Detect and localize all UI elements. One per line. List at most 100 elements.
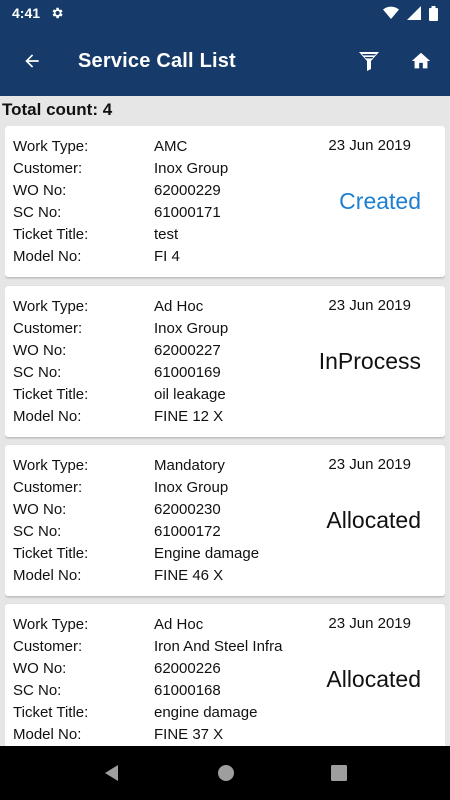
service-call-card[interactable]: Work Type: Ad Hoc Customer: Iron And Steel… — [5, 604, 445, 746]
sc-no-value: 61000172 — [154, 523, 221, 540]
status-label: Created — [339, 188, 421, 214]
call-date: 23 Jun 2019 — [328, 297, 411, 314]
sc-no-row: SC No: 61000169 — [13, 362, 313, 384]
service-call-card[interactable]: Work Type: AMC Customer: Inox Group WO No:… — [5, 126, 445, 277]
customer-row: Customer: Inox Group — [13, 318, 313, 340]
customer-value: Iron And Steel Infra — [154, 638, 283, 655]
customer-row: Customer: Inox Group — [13, 158, 313, 180]
home-icon — [411, 52, 431, 69]
work-type-value: Mandatory — [154, 457, 225, 474]
ticket-title-value: Engine damage — [154, 545, 260, 562]
total-count: Total count: 4 — [2, 100, 113, 119]
work-type-label: Work Type: — [13, 138, 89, 155]
work-type-value: Ad Hoc — [154, 616, 204, 633]
filter-button[interactable] — [346, 38, 392, 84]
status-indicators — [383, 5, 438, 21]
nav-back-icon[interactable] — [103, 764, 121, 782]
work-type-label: Work Type: — [13, 457, 89, 474]
wo-no-label: WO No: — [13, 501, 67, 518]
work-type-label: Work Type: — [13, 298, 89, 315]
wo-no-value: 62000229 — [154, 182, 221, 199]
ticket-title-label: Ticket Title: — [13, 226, 89, 243]
nav-home-icon[interactable] — [217, 764, 235, 782]
settings-gear-icon — [52, 7, 63, 19]
sc-no-row: SC No: 61000168 — [13, 680, 313, 702]
wo-no-label: WO No: — [13, 182, 67, 199]
call-date: 23 Jun 2019 — [328, 137, 411, 154]
customer-row: Customer: Inox Group — [13, 477, 313, 499]
work-type-row: Work Type: AMC — [13, 136, 313, 158]
model-no-value: FINE 12 X — [154, 408, 224, 425]
home-button[interactable] — [398, 38, 444, 84]
model-no-row: Model No: FINE 46 X — [13, 565, 313, 587]
model-no-row: Model No: FI 4 — [13, 246, 313, 268]
model-no-row: Model No: FINE 12 X — [13, 406, 313, 428]
customer-value: Inox Group — [154, 479, 229, 496]
service-call-card[interactable]: Work Type: Mandatory Customer: Inox Group … — [5, 445, 445, 596]
ticket-title-value: test — [154, 226, 179, 243]
ticket-title-value: oil leakage — [154, 386, 226, 403]
work-type-value: Ad Hoc — [154, 298, 204, 315]
sc-no-value: 61000171 — [154, 204, 221, 221]
model-no-label: Model No: — [13, 408, 82, 425]
wo-no-value: 62000226 — [154, 660, 221, 677]
page-title: Service Call List — [78, 49, 236, 72]
sc-no-label: SC No: — [13, 523, 62, 540]
work-type-row: Work Type: Ad Hoc — [13, 614, 313, 636]
filter-icon — [359, 52, 379, 71]
work-type-row: Work Type: Ad Hoc — [13, 296, 313, 318]
signal-icon — [407, 6, 421, 20]
model-no-label: Model No: — [13, 248, 82, 265]
wo-no-row: WO No: 62000229 — [13, 180, 313, 202]
status-label: Allocated — [326, 507, 421, 533]
ticket-title-row: Ticket Title: engine damage — [13, 702, 313, 724]
ticket-title-value: engine damage — [154, 704, 258, 721]
service-call-list[interactable]: Work Type: AMC Customer: Inox Group WO No:… — [5, 126, 445, 746]
ticket-title-row: Ticket Title: test — [13, 224, 313, 246]
sc-no-value: 61000168 — [154, 682, 221, 699]
wo-no-value: 62000227 — [154, 342, 221, 359]
customer-label: Customer: — [13, 638, 83, 655]
model-no-value: FINE 46 X — [154, 567, 224, 584]
sc-no-row: SC No: 61000172 — [13, 521, 313, 543]
sc-no-value: 61000169 — [154, 364, 221, 381]
model-no-row: Model No: FINE 37 X — [13, 724, 313, 746]
ticket-title-label: Ticket Title: — [13, 386, 89, 403]
status-bar: 4:41 — [0, 0, 450, 26]
model-no-value: FINE 37 X — [154, 726, 224, 743]
model-no-label: Model No: — [13, 567, 82, 584]
work-type-label: Work Type: — [13, 616, 89, 633]
wo-no-row: WO No: 62000230 — [13, 499, 313, 521]
customer-label: Customer: — [13, 160, 83, 177]
arrow-back-icon — [25, 54, 39, 68]
app-bar-actions — [346, 38, 444, 84]
wo-no-row: WO No: 62000226 — [13, 658, 313, 680]
customer-value: Inox Group — [154, 160, 229, 177]
status-time: 4:41 — [12, 5, 41, 21]
back-button[interactable] — [4, 33, 60, 89]
status-label: InProcess — [318, 348, 421, 374]
nav-recents-icon[interactable] — [331, 765, 347, 781]
model-no-label: Model No: — [13, 726, 82, 743]
wo-no-row: WO No: 62000227 — [13, 340, 313, 362]
ticket-title-label: Ticket Title: — [13, 545, 89, 562]
app-bar: Service Call List — [0, 26, 450, 96]
model-no-value: FI 4 — [154, 248, 180, 265]
sc-no-label: SC No: — [13, 682, 62, 699]
service-call-card[interactable]: Work Type: Ad Hoc Customer: Inox Group WO … — [5, 286, 445, 437]
call-date: 23 Jun 2019 — [328, 615, 411, 632]
sc-no-row: SC No: 61000171 — [13, 202, 313, 224]
wo-no-label: WO No: — [13, 342, 67, 359]
ticket-title-row: Ticket Title: Engine damage — [13, 543, 313, 565]
ticket-title-label: Ticket Title: — [13, 704, 89, 721]
customer-label: Customer: — [13, 479, 83, 496]
system-nav-bar — [0, 746, 450, 800]
battery-icon — [429, 5, 438, 21]
wifi-icon — [383, 6, 399, 19]
customer-label: Customer: — [13, 320, 83, 337]
ticket-title-row: Ticket Title: oil leakage — [13, 384, 313, 406]
sc-no-label: SC No: — [13, 364, 62, 381]
sc-no-label: SC No: — [13, 204, 62, 221]
customer-value: Inox Group — [154, 320, 229, 337]
customer-row: Customer: Iron And Steel Infra — [13, 636, 313, 658]
